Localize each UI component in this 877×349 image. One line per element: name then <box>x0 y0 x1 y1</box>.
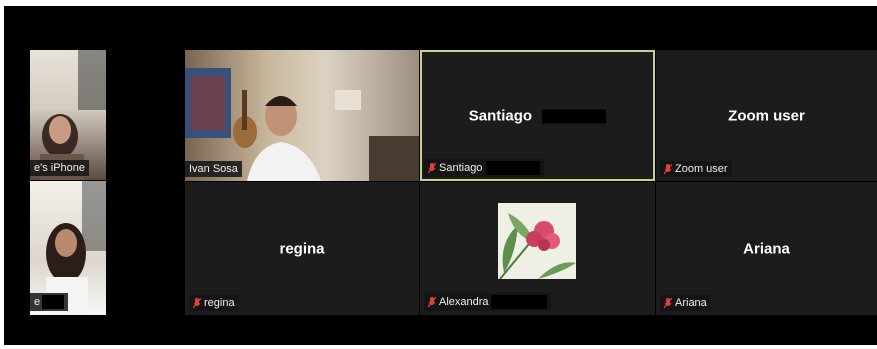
name-text: e <box>34 296 41 308</box>
name-text: Ariana <box>675 297 707 309</box>
redaction-bar <box>42 295 65 309</box>
redaction-bar <box>490 295 547 309</box>
microphone-muted-icon <box>428 296 436 308</box>
participant-display-name: regina <box>279 240 325 257</box>
profile-picture <box>498 203 576 280</box>
participant-tile-santiago[interactable]: Santiago Santiago <box>420 50 655 181</box>
participant-tile-ariana[interactable]: Ariana Ariana <box>656 182 877 315</box>
flower-image <box>499 213 576 280</box>
participant-tile-regina[interactable]: regina regina <box>185 182 419 315</box>
microphone-muted-icon <box>428 162 436 174</box>
participant-name-label: Alexandra <box>424 293 551 311</box>
participant-display-name: Ariana <box>743 240 790 257</box>
participant-display-name: Zoom user <box>728 107 805 124</box>
participant-name-label: Zoom user <box>660 161 732 177</box>
microphone-muted-icon <box>664 163 672 175</box>
participant-name-label: Ivan Sosa <box>185 161 242 177</box>
name-text: Ivan Sosa <box>189 163 238 175</box>
name-text: Santiago <box>439 162 483 174</box>
participant-tile-iphone[interactable]: e's iPhone <box>30 50 106 180</box>
name-text: Alexandra <box>439 296 489 308</box>
participant-name-label: e's iPhone <box>30 160 90 176</box>
participant-name-label: Santiago <box>424 159 545 177</box>
name-text: Zoom user <box>675 163 728 175</box>
participant-tile-e[interactable]: e <box>30 181 106 315</box>
microphone-muted-icon <box>193 297 201 309</box>
microphone-muted-icon <box>664 297 672 309</box>
participant-tile-ivan-sosa[interactable]: Ivan Sosa <box>185 50 419 181</box>
name-text: e's iPhone <box>34 162 86 174</box>
video-gallery: e's iPhone e Ivan Sosa Santiago Santiago… <box>4 6 877 345</box>
participant-name-label: regina <box>189 295 239 311</box>
participant-tile-alexandra[interactable]: Alexandra <box>420 182 655 315</box>
redaction-bar <box>542 109 607 124</box>
participant-display-name: Santiago <box>420 107 655 124</box>
participant-tile-zoom-user[interactable]: Zoom user Zoom user <box>656 50 877 181</box>
participant-name-label: e <box>30 293 69 311</box>
name-text: regina <box>204 297 235 309</box>
participant-name-label: Ariana <box>660 295 711 311</box>
redaction-bar <box>486 161 541 175</box>
